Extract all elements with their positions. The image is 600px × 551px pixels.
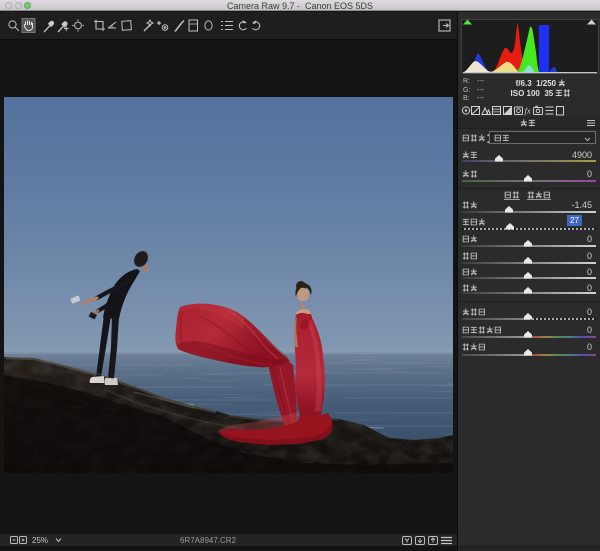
svg-text:fx: fx	[525, 106, 531, 116]
